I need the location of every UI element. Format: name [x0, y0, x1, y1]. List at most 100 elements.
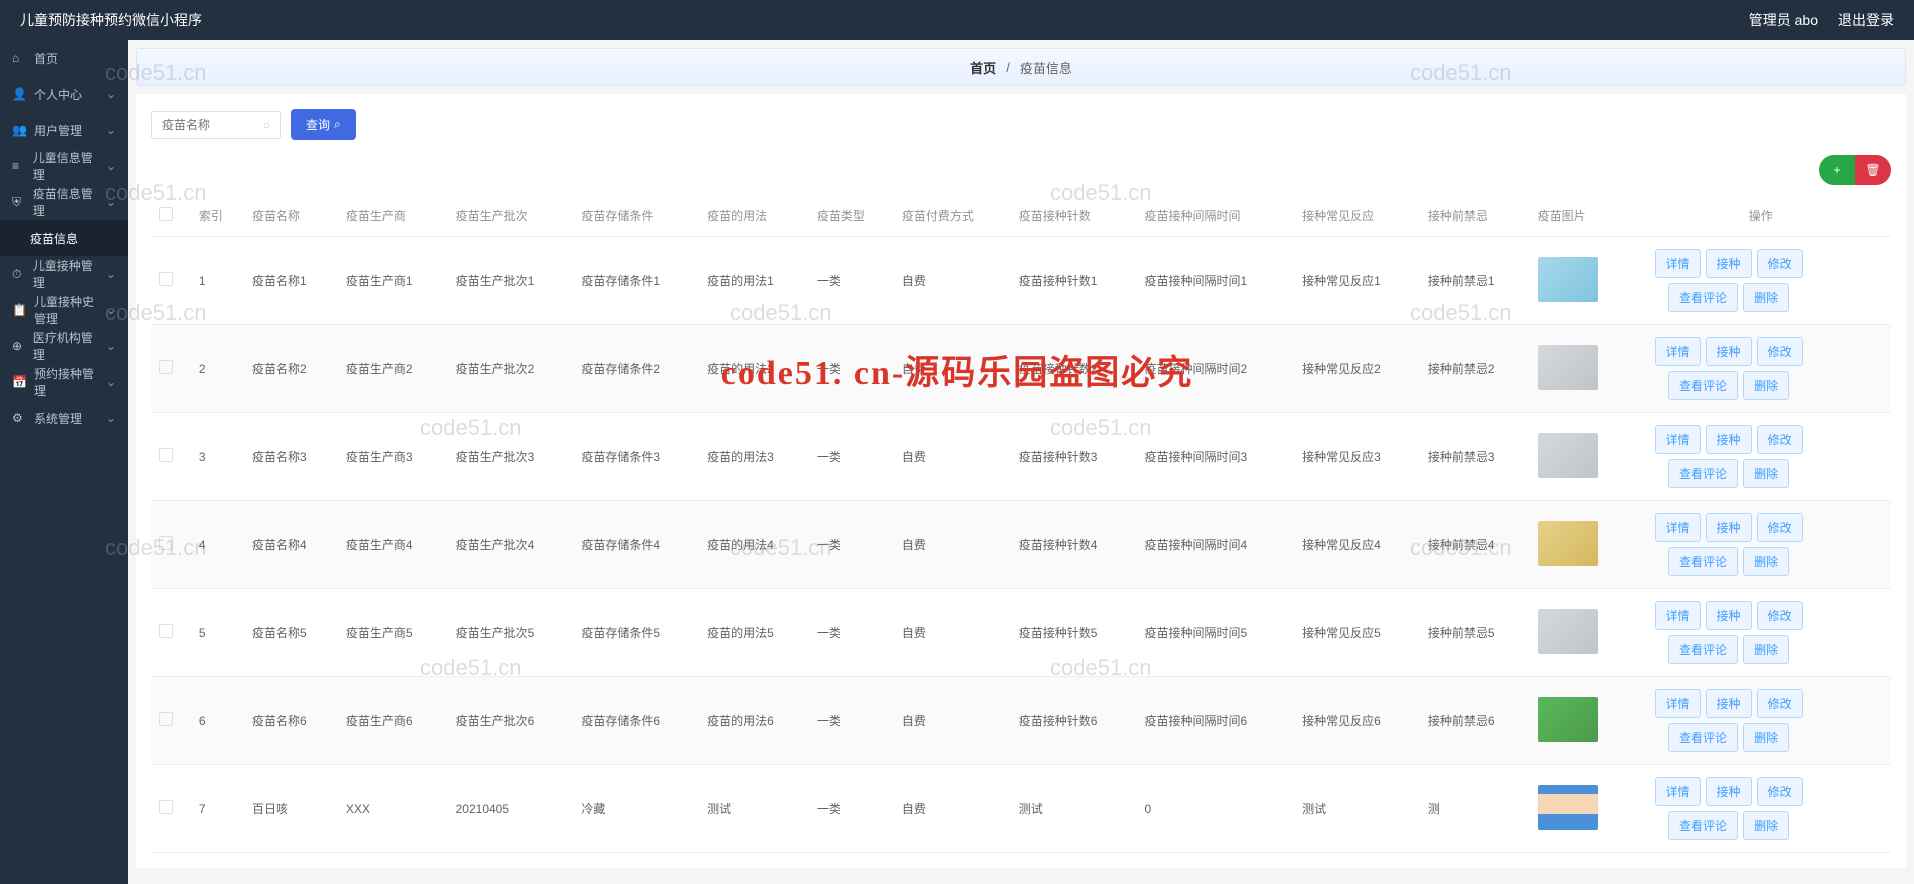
- cell: 自费: [894, 501, 1011, 589]
- delete-button[interactable]: 删除: [1743, 547, 1789, 576]
- vaccine-thumbnail[interactable]: [1538, 697, 1598, 742]
- vaccinate-button[interactable]: 接种: [1706, 777, 1752, 806]
- col-header-0: [151, 195, 191, 237]
- vaccinate-button[interactable]: 接种: [1706, 513, 1752, 542]
- admin-label[interactable]: 管理员 abo: [1749, 10, 1818, 30]
- sidebar-item-7[interactable]: 📋儿童接种史管理⌄: [0, 292, 128, 328]
- vaccine-thumbnail[interactable]: [1538, 345, 1598, 390]
- comments-button[interactable]: 查看评论: [1668, 811, 1738, 840]
- sidebar-item-10[interactable]: ⚙系统管理⌄: [0, 400, 128, 436]
- cell: 疫苗生产批次5: [448, 589, 574, 677]
- vaccinate-button[interactable]: 接种: [1706, 425, 1752, 454]
- delete-button[interactable]: 删除: [1743, 459, 1789, 488]
- delete-button[interactable]: 删除: [1743, 635, 1789, 664]
- user-icon: 👤: [12, 87, 26, 101]
- sidebar-item-9[interactable]: 📅预约接种管理⌄: [0, 364, 128, 400]
- cell: 疫苗存储条件3: [573, 413, 699, 501]
- delete-button[interactable]: 删除: [1743, 371, 1789, 400]
- detail-button[interactable]: 详情: [1655, 513, 1701, 542]
- cell: 疫苗存储条件2: [573, 325, 699, 413]
- sidebar-item-2[interactable]: 👥用户管理⌄: [0, 112, 128, 148]
- vaccine-thumbnail[interactable]: [1538, 257, 1598, 302]
- row-checkbox[interactable]: [159, 712, 173, 726]
- vaccinate-button[interactable]: 接种: [1706, 337, 1752, 366]
- vaccine-thumbnail[interactable]: [1538, 609, 1598, 654]
- sidebar-item-label: 儿童信息管理: [33, 149, 98, 183]
- col-header-3: 疫苗生产商: [338, 195, 448, 237]
- logout-link[interactable]: 退出登录: [1838, 10, 1894, 30]
- cell: 疫苗接种间隔时间2: [1137, 325, 1295, 413]
- row-checkbox[interactable]: [159, 360, 173, 374]
- vaccine-thumbnail[interactable]: [1538, 785, 1598, 830]
- edit-button[interactable]: 修改: [1757, 249, 1803, 278]
- sidebar-item-8[interactable]: ⊕医疗机构管理⌄: [0, 328, 128, 364]
- edit-button[interactable]: 修改: [1757, 689, 1803, 718]
- cell-actions: 详情 接种 修改 查看评论 删除: [1631, 765, 1891, 853]
- search-input[interactable]: [162, 118, 263, 132]
- cell: 疫苗接种针数2: [1011, 325, 1137, 413]
- detail-button[interactable]: 详情: [1655, 777, 1701, 806]
- vaccinate-button[interactable]: 接种: [1706, 249, 1752, 278]
- row-checkbox[interactable]: [159, 448, 173, 462]
- sidebar-item-3[interactable]: ≡儿童信息管理⌄: [0, 148, 128, 184]
- cell: 疫苗生产商4: [338, 501, 448, 589]
- cell: 自费: [894, 677, 1011, 765]
- edit-button[interactable]: 修改: [1757, 601, 1803, 630]
- clear-icon[interactable]: ○: [263, 118, 270, 132]
- edit-button[interactable]: 修改: [1757, 337, 1803, 366]
- detail-button[interactable]: 详情: [1655, 689, 1701, 718]
- vaccine-thumbnail[interactable]: [1538, 433, 1598, 478]
- sidebar-item-5[interactable]: 疫苗信息: [0, 220, 128, 256]
- sidebar-item-6[interactable]: ⏱儿童接种管理⌄: [0, 256, 128, 292]
- col-header-10: 疫苗接种间隔时间: [1137, 195, 1295, 237]
- col-header-1: 索引: [191, 195, 244, 237]
- delete-button[interactable]: 删除: [1743, 283, 1789, 312]
- delete-button[interactable]: 删除: [1743, 811, 1789, 840]
- delete-button[interactable]: 删除: [1743, 723, 1789, 752]
- cell-actions: 详情 接种 修改 查看评论 删除: [1631, 589, 1891, 677]
- comments-button[interactable]: 查看评论: [1668, 283, 1738, 312]
- cell: 疫苗生产批次1: [448, 237, 574, 325]
- batch-delete-button[interactable]: 🗑: [1855, 155, 1891, 185]
- row-checkbox[interactable]: [159, 536, 173, 550]
- cell: 自费: [894, 765, 1011, 853]
- comments-button[interactable]: 查看评论: [1668, 723, 1738, 752]
- cell: 接种常见反应1: [1294, 237, 1420, 325]
- comments-button[interactable]: 查看评论: [1668, 371, 1738, 400]
- detail-button[interactable]: 详情: [1655, 425, 1701, 454]
- comments-button[interactable]: 查看评论: [1668, 635, 1738, 664]
- sidebar-item-label: 儿童接种管理: [33, 257, 98, 291]
- breadcrumb: 首页 / 疫苗信息: [136, 48, 1906, 86]
- cell: 测试: [1294, 765, 1420, 853]
- row-checkbox[interactable]: [159, 272, 173, 286]
- select-all-checkbox[interactable]: [159, 207, 173, 221]
- sidebar-item-1[interactable]: 👤个人中心⌄: [0, 76, 128, 112]
- comments-button[interactable]: 查看评论: [1668, 547, 1738, 576]
- add-button[interactable]: +: [1819, 155, 1855, 185]
- col-header-14: 操作: [1631, 195, 1891, 237]
- edit-button[interactable]: 修改: [1757, 513, 1803, 542]
- sidebar-item-0[interactable]: ⌂首页: [0, 40, 128, 76]
- cell: 接种前禁忌4: [1420, 501, 1530, 589]
- vaccinate-button[interactable]: 接种: [1706, 689, 1752, 718]
- detail-button[interactable]: 详情: [1655, 249, 1701, 278]
- vaccinate-button[interactable]: 接种: [1706, 601, 1752, 630]
- breadcrumb-home[interactable]: 首页: [970, 58, 996, 77]
- col-header-4: 疫苗生产批次: [448, 195, 574, 237]
- row-checkbox[interactable]: [159, 624, 173, 638]
- cell: 3: [191, 413, 244, 501]
- calendar-icon: 📅: [12, 375, 26, 389]
- detail-button[interactable]: 详情: [1655, 337, 1701, 366]
- edit-button[interactable]: 修改: [1757, 425, 1803, 454]
- search-button[interactable]: 查询 ⌕: [291, 109, 356, 140]
- cell: 疫苗接种间隔时间5: [1137, 589, 1295, 677]
- sidebar: ⌂首页👤个人中心⌄👥用户管理⌄≡儿童信息管理⌄⛨疫苗信息管理⌄疫苗信息⏱儿童接种…: [0, 40, 128, 884]
- comments-button[interactable]: 查看评论: [1668, 459, 1738, 488]
- edit-button[interactable]: 修改: [1757, 777, 1803, 806]
- cell: 疫苗生产批次4: [448, 501, 574, 589]
- sidebar-item-4[interactable]: ⛨疫苗信息管理⌄: [0, 184, 128, 220]
- detail-button[interactable]: 详情: [1655, 601, 1701, 630]
- row-checkbox[interactable]: [159, 800, 173, 814]
- vaccine-thumbnail[interactable]: [1538, 521, 1598, 566]
- cell-actions: 详情 接种 修改 查看评论 删除: [1631, 677, 1891, 765]
